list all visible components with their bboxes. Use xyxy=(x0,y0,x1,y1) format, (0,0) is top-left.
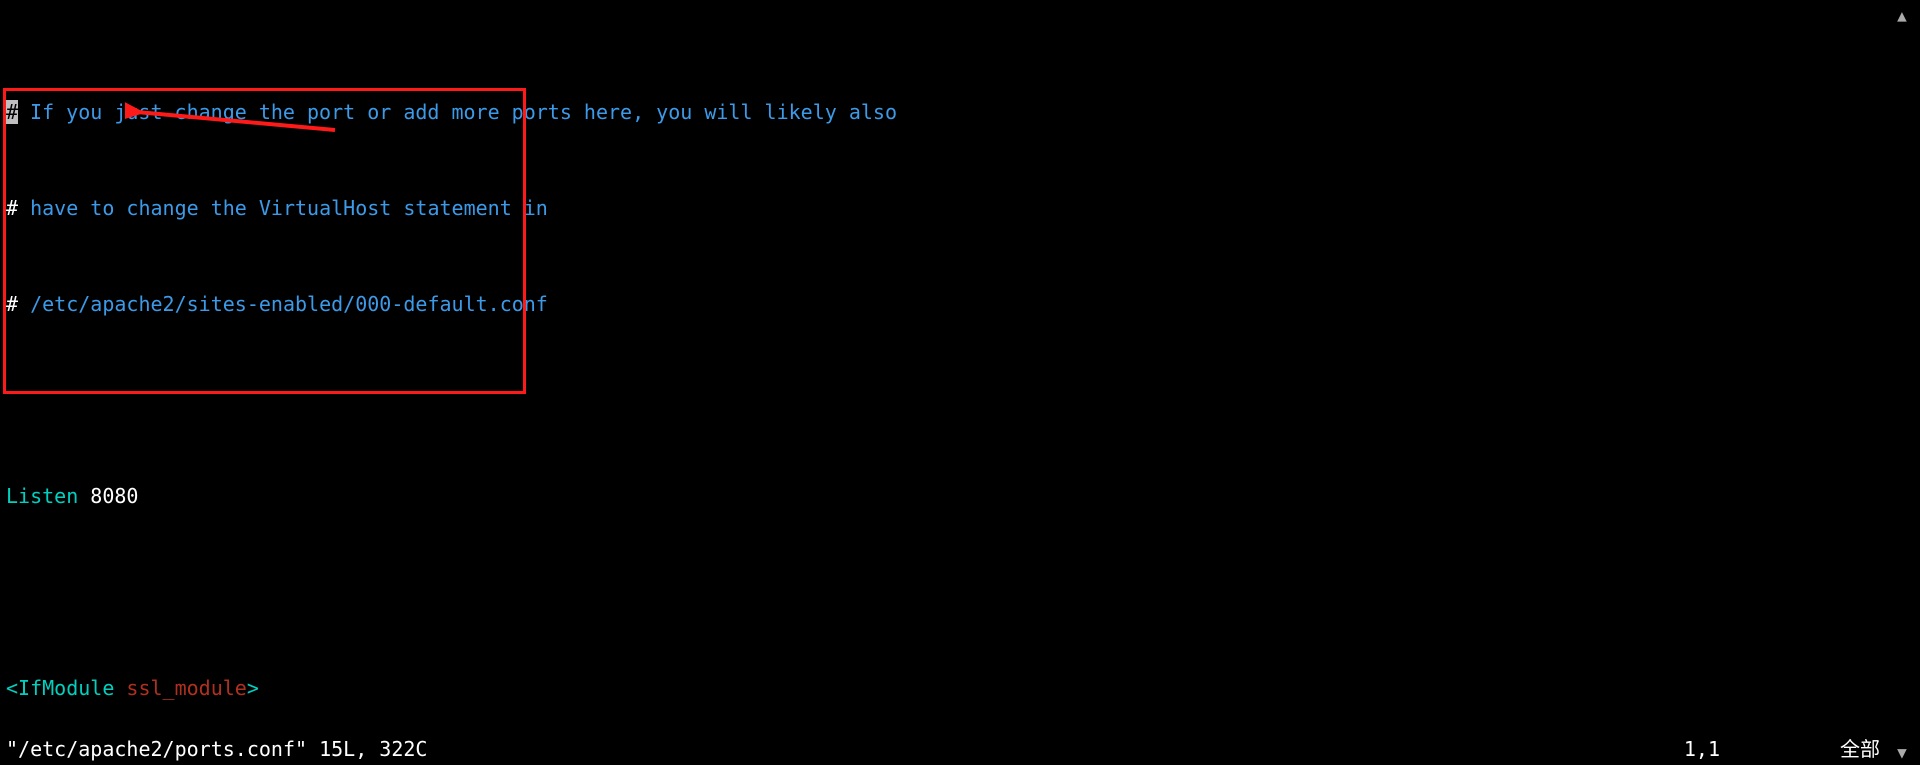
status-file: "/etc/apache2/ports.conf" 15L, 322C xyxy=(6,737,427,761)
code-line: # /etc/apache2/sites-enabled/000-default… xyxy=(6,292,1914,316)
comment-text: have to change the VirtualHost statement… xyxy=(18,196,548,220)
scroll-down-icon[interactable]: ▼ xyxy=(1892,741,1912,761)
comment-text: If you just change the port or add more … xyxy=(18,100,897,124)
status-position: 1,1 xyxy=(1684,737,1720,761)
scroll-up-icon[interactable]: ▲ xyxy=(1892,4,1912,24)
comment-text: /etc/apache2/sites-enabled/000-default.c… xyxy=(18,292,548,316)
listen-directive: Listen 8080 xyxy=(6,484,1914,508)
comment-hash: # xyxy=(6,196,18,220)
ifmodule-open: <IfModule ssl_module> xyxy=(6,676,1914,700)
bracket: < xyxy=(6,676,18,700)
code-line: # If you just change the port or add mor… xyxy=(6,100,1914,124)
module-name: ssl_module xyxy=(126,676,246,700)
blank-line xyxy=(6,388,1914,412)
port-number: 8080 xyxy=(90,484,138,508)
terminal-editor[interactable]: # If you just change the port or add mor… xyxy=(0,0,1920,765)
cursor: # xyxy=(6,100,18,124)
bracket: > xyxy=(247,676,259,700)
keyword: Listen xyxy=(6,484,78,508)
status-bar: "/etc/apache2/ports.conf" 15L, 322C 1,1 … xyxy=(6,737,1920,761)
status-percent: 全部 xyxy=(1840,737,1880,761)
comment-hash: # xyxy=(6,292,18,316)
blank-line xyxy=(6,580,1914,604)
code-line: # have to change the VirtualHost stateme… xyxy=(6,196,1914,220)
tag-name: IfModule xyxy=(18,676,114,700)
